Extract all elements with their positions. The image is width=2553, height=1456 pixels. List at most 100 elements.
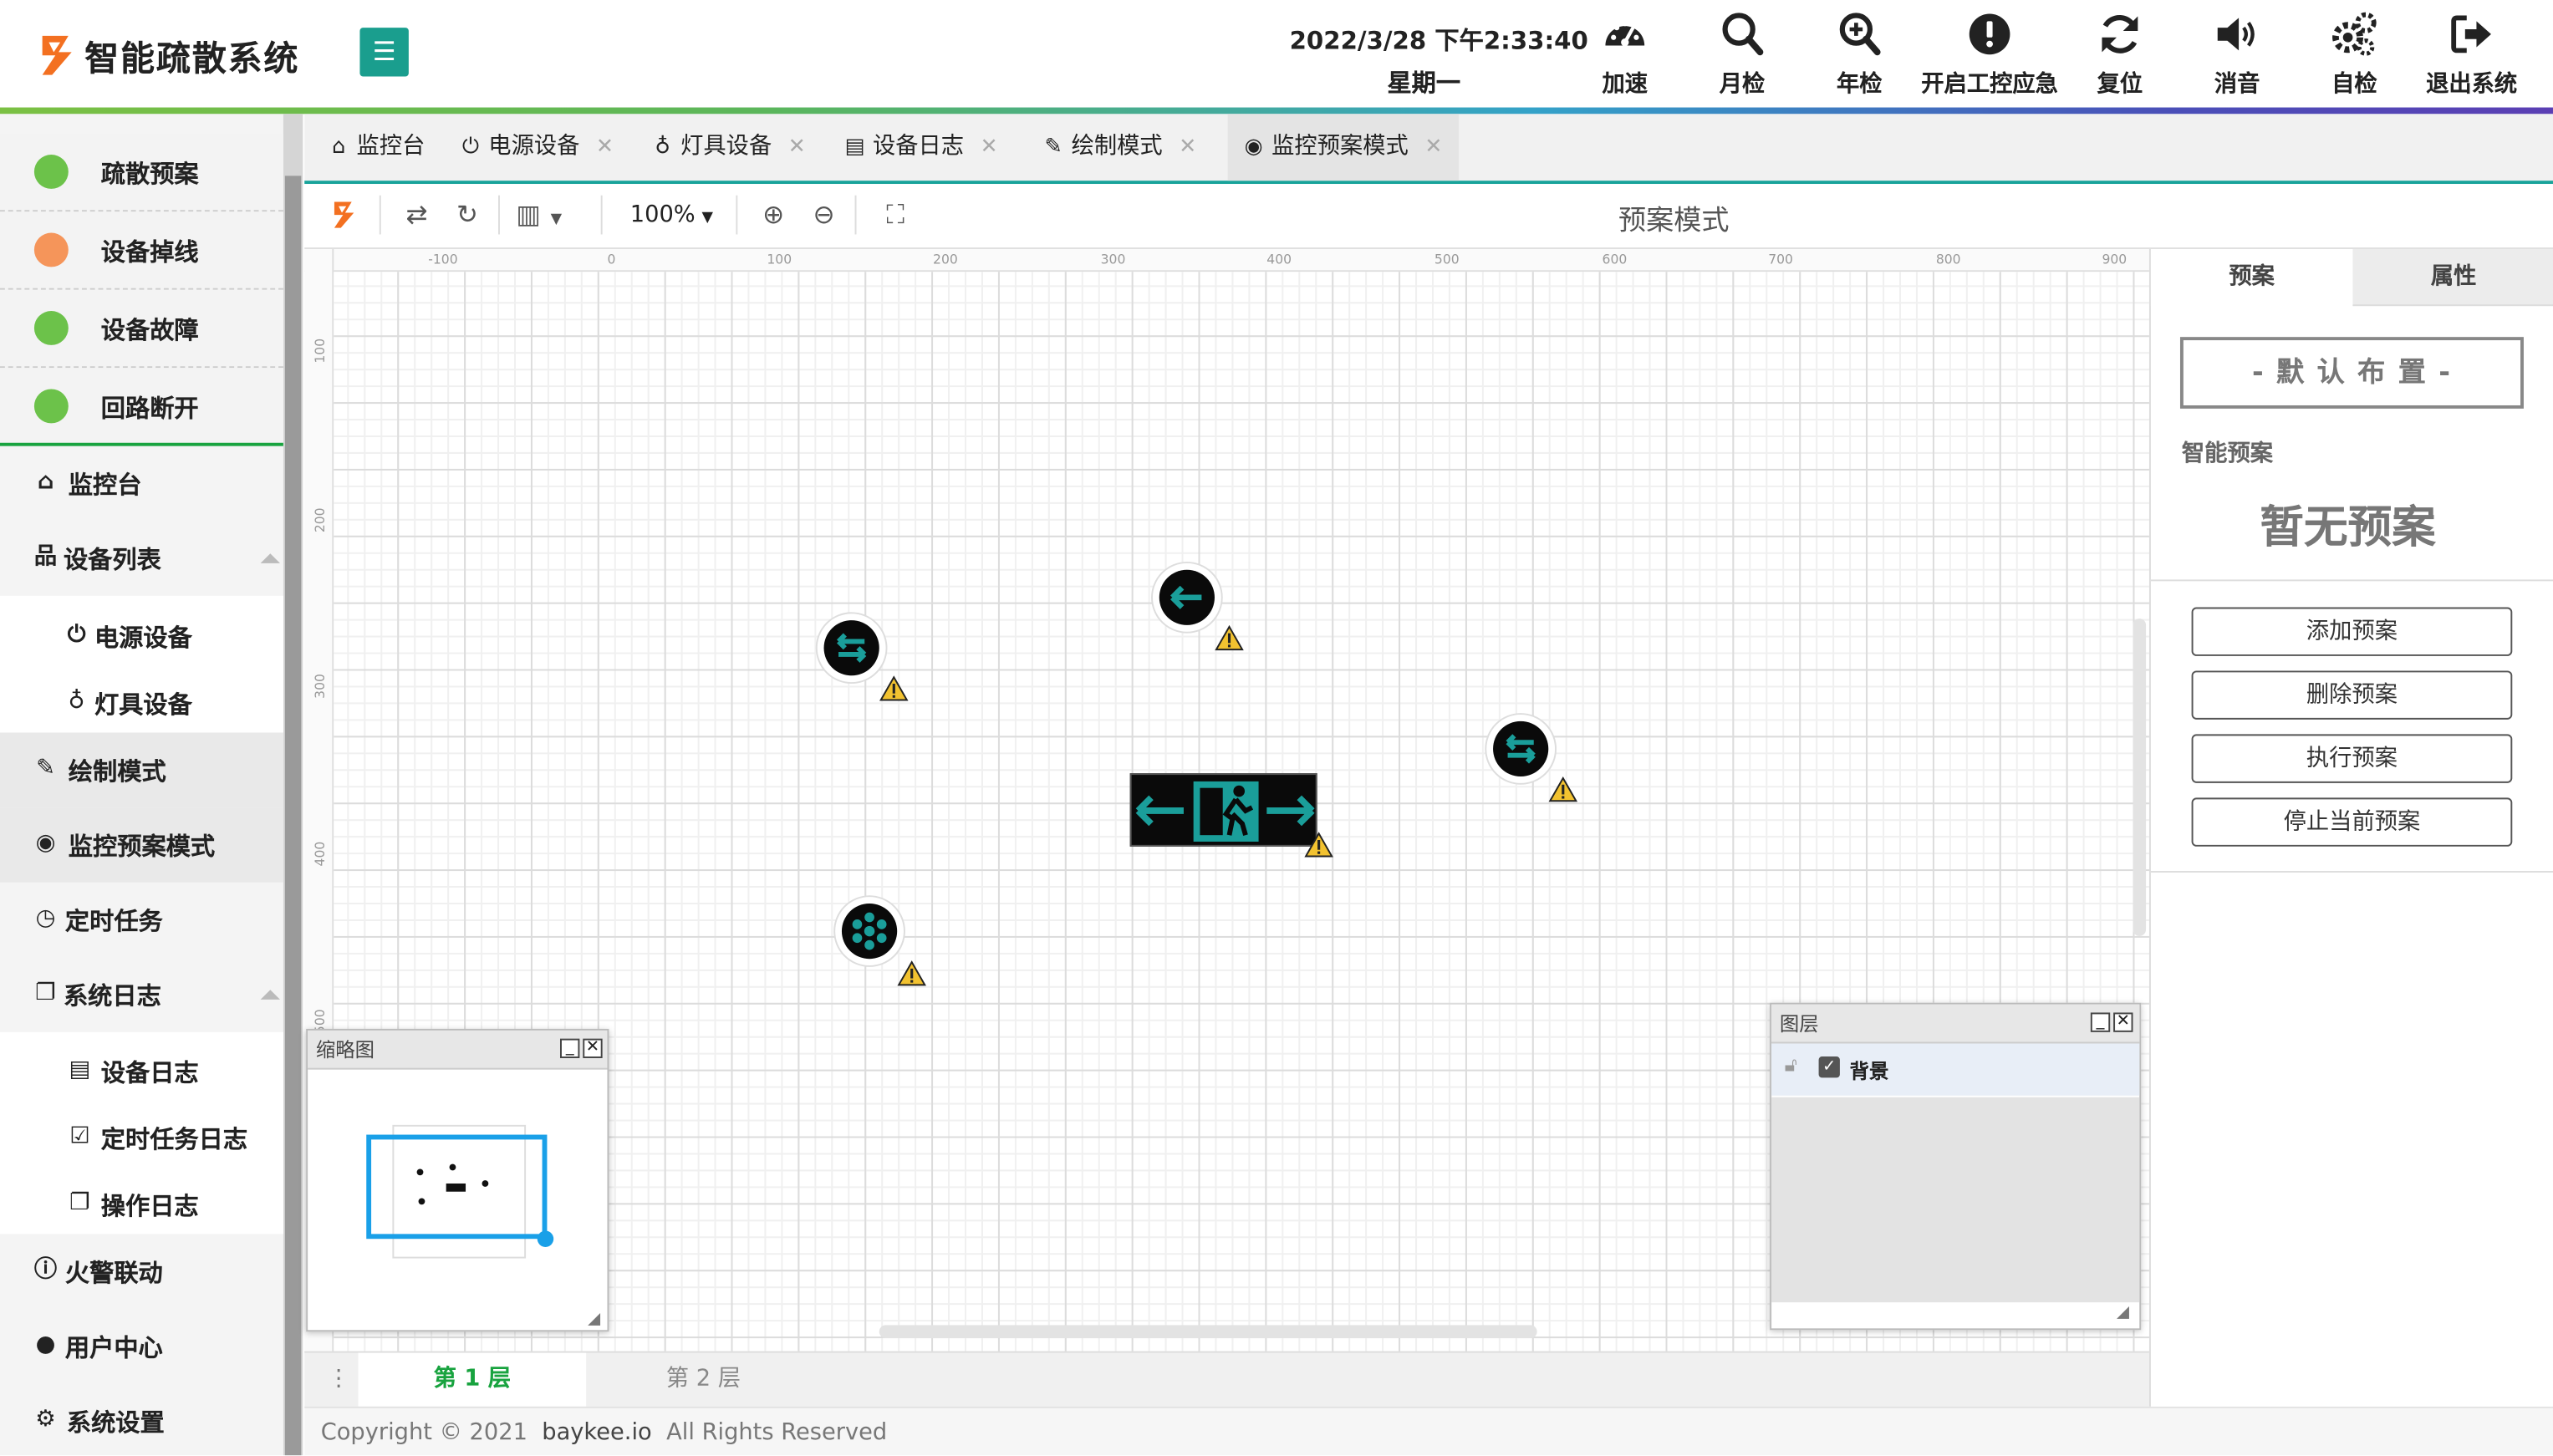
tab-monitor[interactable]: ⌂ 监控台 [326,114,425,181]
collapse-caret-icon [260,990,281,1000]
sidebar-item-scheduled-task[interactable]: ◷ 定时任务 [0,883,283,958]
sidebar-item-device-list[interactable]: 品 设备列表 [0,521,283,596]
tab-plan[interactable]: 预案 [2150,248,2353,307]
logout-button[interactable]: 退出系统 [2423,10,2520,104]
list-alt-icon: ▤ [69,1056,91,1083]
more-vertical-icon[interactable]: ⋮ [327,1366,349,1392]
sidebar-item-power-device[interactable]: ⏻ 电源设备 [0,599,283,675]
sync-button[interactable]: ⇄ [397,196,436,235]
zoom-select[interactable]: 100% ▼ [630,202,713,228]
sidebar-item-lamp-device[interactable]: ♁ 灯具设备 [0,666,283,741]
divider [2150,871,2553,873]
monthly-check-button[interactable]: 月检 [1710,10,1775,104]
sidebar-item-label: 灯具设备 [94,690,192,720]
datetime: 2022/3/28 下午2:33:40 [1289,26,1588,56]
refresh-button[interactable]: ↻ [448,196,487,235]
status-loop-disconnected[interactable]: 回路断开 [0,368,283,446]
sidebar-item-operation-log[interactable]: ❐ 操作日志 [0,1168,283,1243]
viewport-resize-handle[interactable] [537,1230,554,1247]
lamp-left-arrow[interactable] [1151,561,1223,634]
sidebar-item-label: 系统日志 [63,981,161,1011]
canvas-horizontal-scrollbar[interactable] [879,1325,1537,1339]
sidebar-item-draw-mode[interactable]: ✎ 绘制模式 [0,732,283,808]
lamp-bidirectional[interactable] [1485,713,1557,785]
sidebar-item-monitor-plan-mode[interactable]: ◉ 监控预案模式 [0,807,283,883]
warning-icon [897,960,926,986]
reset-button[interactable]: 复位 [2087,10,2153,104]
resize-grip-icon[interactable]: ◢ [2117,1304,2129,1321]
stop-plan-button[interactable]: 停止当前预案 [2191,797,2513,847]
annual-check-button[interactable]: 年检 [1827,10,1892,104]
speed-up-button[interactable]: 加速 [1592,10,1658,104]
status-dot-green [33,389,69,424]
floor-tab-1[interactable]: 第 1 层 [358,1352,587,1407]
sidebar-item-fire-link[interactable]: ⓘ 火警联动 [0,1234,283,1309]
close-icon[interactable]: ✕ [788,114,806,181]
header-gradient-bar [0,107,2553,115]
unlock-icon[interactable]: 🔓︎ [1785,1053,1797,1077]
tab-properties[interactable]: 属性 [2352,248,2553,307]
tab-monitor-plan-mode[interactable]: ◉ 监控预案模式 ✕ [1227,114,1459,181]
tab-label: 属性 [2430,263,2477,290]
tab-label: 灯具设备 [680,133,772,160]
status-device-offline[interactable]: 设备掉线 [0,211,283,290]
sidebar-item-user-center[interactable]: ● 用户中心 [0,1309,283,1384]
sidebar-scroll-thumb[interactable] [284,176,302,1456]
ruler-tick: 800 [1935,252,1961,267]
mute-button[interactable]: 消音 [2204,10,2270,104]
sidebar-item-task-log[interactable]: ☑ 定时任务日志 [0,1101,283,1176]
menu-toggle-button[interactable]: ☰ [359,28,409,77]
resize-grip-icon[interactable]: ◢ [588,1311,600,1328]
company-link[interactable]: baykee.io [542,1419,651,1445]
sidebar-item-system-log[interactable]: ❐ 系统日志 [0,957,283,1032]
layout-dropdown[interactable]: ▥ ▼ [516,196,581,235]
add-plan-button[interactable]: 添加预案 [2191,607,2513,656]
status-evacuation-plan[interactable]: 疏散预案 [0,133,283,212]
execute-plan-button[interactable]: 执行预案 [2191,734,2513,783]
default-layout-box[interactable]: - 默 认 布 置 - [2179,337,2524,409]
floor-tab-2[interactable]: 第 2 层 [589,1353,818,1407]
emergency-button[interactable]: 开启工控应急 [1918,10,2061,104]
sign-out-icon [2451,15,2491,53]
minimize-button[interactable]: _ [2090,1012,2111,1032]
canvas-vertical-scrollbar[interactable] [2133,619,2147,936]
fit-button[interactable]: ⛶ [876,196,915,235]
tab-device-log[interactable]: ▤ 设备日志 ✕ [842,114,998,181]
tab-label: 绘制模式 [1071,133,1163,160]
self-check-button[interactable]: 自检 [2321,10,2387,104]
minimize-button[interactable]: _ [560,1038,580,1059]
tab-lamp-device[interactable]: ♁ 灯具设备 ✕ [650,114,806,181]
sidebar-item-system-settings[interactable]: ⚙ 系统设置 [0,1384,283,1456]
sidebar-item-device-log[interactable]: ▤ 设备日志 [0,1034,283,1109]
footer: Copyright © 2021 baykee.io All Rights Re… [304,1406,2553,1456]
visibility-checkbox[interactable]: ✓ [1818,1056,1840,1078]
sidebar-item-label: 定时任务 [64,906,163,936]
lamp-spotlight[interactable] [833,895,905,967]
close-button[interactable]: ✕ [583,1038,603,1059]
status-dot-green [33,311,69,345]
sidebar-item-label: 火警联动 [64,1258,163,1288]
zoom-out-button[interactable]: ⊖ [804,196,843,235]
thumb-device-dot [418,1198,426,1205]
emergency-label: 开启工控应急 [1921,71,2058,98]
close-button[interactable]: ✕ [2113,1012,2133,1032]
sidebar-item-monitor[interactable]: ⌂ 监控台 [0,446,283,522]
zoom-in-button[interactable]: ⊕ [754,196,793,235]
tab-power-device[interactable]: ⏻ 电源设备 ✕ [457,114,614,181]
layer-row[interactable]: 🔓︎ ✓ 背景 [1771,1043,2140,1096]
close-icon[interactable]: ✕ [596,114,614,181]
bidirectional-arrow-icon [1506,734,1536,764]
sidebar-item-label: 用户中心 [64,1333,163,1363]
lamp-bidirectional[interactable] [815,612,888,685]
close-icon[interactable]: ✕ [1424,114,1442,181]
delete-plan-button[interactable]: 删除预案 [2191,670,2513,720]
no-plan-text: 暂无预案 [2260,502,2436,554]
status-device-fault[interactable]: 设备故障 [0,289,283,369]
close-icon[interactable]: ✕ [981,114,998,181]
zoom-in-icon: ⊕ [762,198,785,230]
close-icon[interactable]: ✕ [1179,114,1196,181]
exit-sign[interactable] [1129,773,1317,847]
chevron-down-icon: ▼ [550,211,563,228]
sync-icon: ⇄ [405,198,428,230]
tab-draw-mode[interactable]: ✎ 绘制模式 ✕ [1041,114,1197,181]
